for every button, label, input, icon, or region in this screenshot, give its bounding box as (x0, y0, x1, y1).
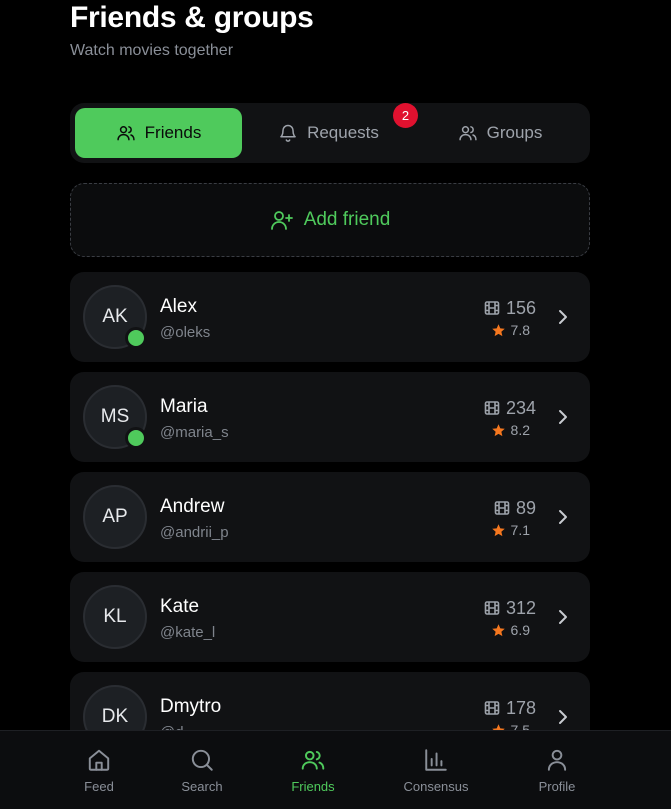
tab-label: Friends (144, 123, 202, 142)
friend-name: Maria (160, 396, 208, 417)
star-icon (491, 423, 505, 436)
user-icon (547, 749, 567, 771)
films-count: 234 (505, 397, 536, 418)
nav-label: Feed (84, 779, 114, 794)
film-icon (484, 401, 500, 415)
films-count: 312 (505, 597, 536, 618)
requests-count-badge: 2 (393, 103, 418, 128)
friend-card[interactable]: AK Alex @oleks 156 7.8 (70, 272, 590, 362)
chevron-right-icon (556, 307, 570, 327)
friend-name: Andrew (160, 496, 225, 517)
friend-stats: 156 7.8 (426, 297, 536, 340)
online-status-dot (125, 327, 147, 349)
add-friend-button[interactable]: Add friend (70, 183, 590, 257)
average-rating: 7.8 (510, 322, 530, 338)
page-title: Friends & groups (70, 1, 314, 34)
avatar: KL (83, 585, 147, 649)
nav-label: Search (181, 779, 223, 794)
star-icon (491, 323, 505, 336)
search-icon (191, 749, 213, 771)
star-icon (491, 523, 505, 536)
nav-consensus[interactable]: Consensus (396, 731, 476, 809)
nav-profile[interactable]: Profile (527, 731, 587, 809)
nav-search[interactable]: Search (172, 731, 232, 809)
friend-card[interactable]: MS Maria @maria_s 234 8.2 (70, 372, 590, 462)
friend-stats: 312 6.9 (426, 597, 536, 640)
friend-stats: 89 7.1 (426, 497, 536, 540)
friend-handle: @andrii_p (160, 524, 229, 541)
chevron-right-icon (556, 507, 570, 527)
tab-label: Requests (307, 123, 379, 142)
star-icon (491, 623, 505, 636)
tab-requests[interactable]: Requests (242, 108, 415, 158)
film-icon (484, 601, 500, 615)
bell-icon (280, 124, 296, 142)
friend-card[interactable]: KL Kate @kate_l 312 6.9 (70, 572, 590, 662)
online-status-dot (125, 427, 147, 449)
friend-stats: 234 8.2 (426, 397, 536, 440)
nav-label: Profile (538, 779, 576, 794)
nav-label: Friends (291, 779, 335, 794)
nav-label: Consensus (403, 779, 469, 794)
friend-handle: @kate_l (160, 624, 216, 641)
friend-name: Dmytro (160, 696, 222, 717)
users-icon (301, 750, 325, 770)
friends-screen: Friends & groups Watch movies together F… (0, 0, 671, 809)
friend-handle: @oleks (160, 324, 211, 341)
users-icon (458, 125, 477, 141)
page-subtitle: Watch movies together (70, 42, 234, 59)
home-icon (88, 749, 110, 771)
average-rating: 7.1 (510, 522, 530, 538)
films-count: 89 (515, 497, 536, 518)
tab-bar: Friends Requests Groups 2 (70, 103, 590, 163)
tab-groups[interactable]: Groups (415, 108, 585, 158)
nav-friends[interactable]: Friends (283, 731, 343, 809)
film-icon (484, 701, 500, 715)
film-icon (494, 501, 510, 515)
bottom-navigation: Feed Search Friends Consensus Profile (0, 730, 671, 809)
average-rating: 8.2 (510, 422, 530, 438)
users-icon (116, 125, 135, 141)
tab-label: Groups (486, 123, 543, 142)
tab-friends[interactable]: Friends (75, 108, 242, 158)
friend-card[interactable]: AP Andrew @andrii_p 89 7.1 (70, 472, 590, 562)
chevron-right-icon (556, 407, 570, 427)
film-icon (484, 301, 500, 315)
bar-chart-icon (425, 749, 447, 771)
add-friend-label: Add friend (303, 209, 391, 230)
friend-name: Alex (160, 296, 197, 317)
user-plus-icon (270, 211, 293, 230)
avatar: AP (83, 485, 147, 549)
friend-name: Kate (160, 596, 200, 617)
nav-feed[interactable]: Feed (74, 731, 124, 809)
films-count: 178 (505, 697, 536, 718)
average-rating: 6.9 (510, 622, 530, 638)
friend-handle: @maria_s (160, 424, 229, 441)
chevron-right-icon (556, 707, 570, 727)
films-count: 156 (505, 297, 536, 318)
chevron-right-icon (556, 607, 570, 627)
